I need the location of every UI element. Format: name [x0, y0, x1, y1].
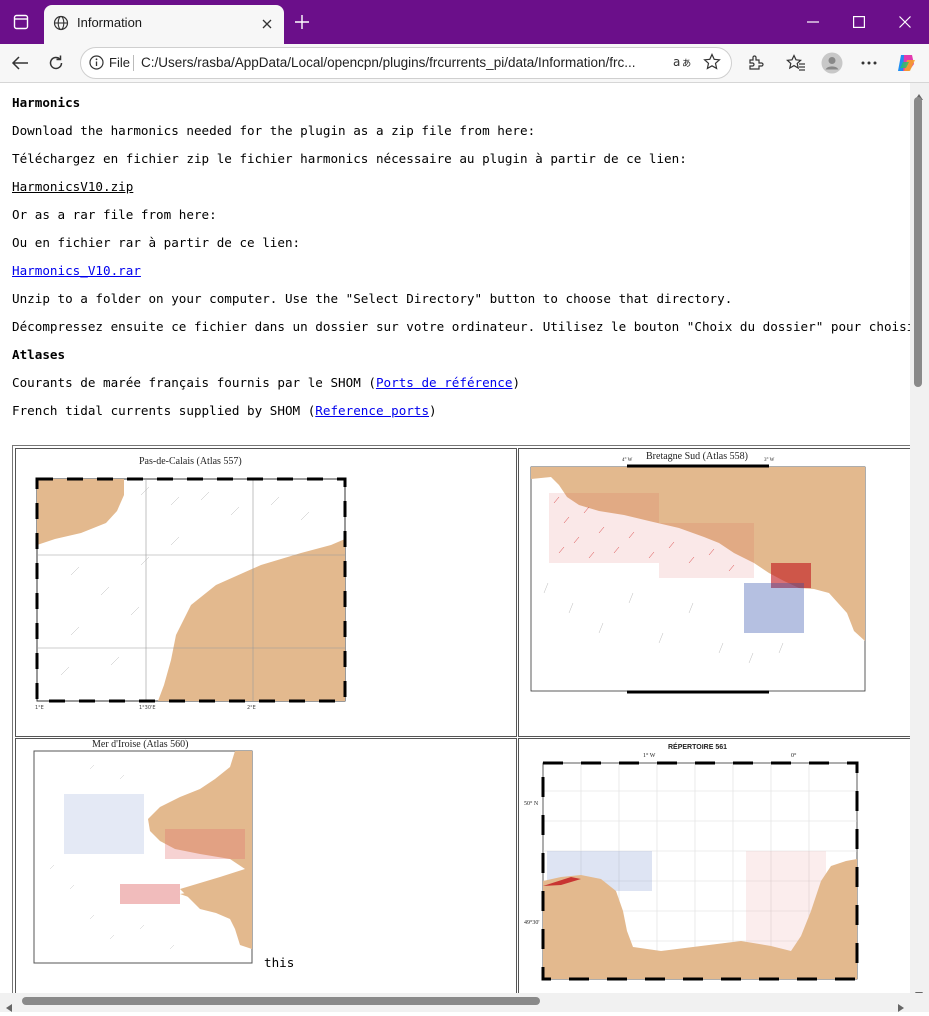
- back-icon[interactable]: [4, 47, 36, 79]
- link-reference-ports-en[interactable]: Reference ports: [315, 403, 429, 418]
- svg-text:1°30'E: 1°30'E: [139, 705, 156, 711]
- map-title-558: Bretagne Sud (Atlas 558): [646, 451, 748, 462]
- scroll-left-icon[interactable]: [6, 997, 12, 1016]
- heading-atlases: Atlases: [12, 347, 66, 362]
- link-harmonics-rar[interactable]: Harmonics_V10.rar: [12, 263, 141, 278]
- favorite-star-icon[interactable]: [703, 53, 721, 75]
- svg-text:a: a: [673, 55, 680, 69]
- atlas-560-map[interactable]: [30, 749, 275, 974]
- svg-text:4°W: 4°W: [622, 463, 633, 465]
- text-download-fr: Téléchargez en fichier zip le fichier ha…: [12, 151, 687, 166]
- atlas-table: Pas-de-Calais (Atlas 557) 1°E 1°30'E 2°E B…: [12, 445, 910, 993]
- text-currents-en: French tidal currents supplied by SHOM (…: [12, 403, 437, 418]
- map-561-lon-b: 0°: [791, 753, 797, 759]
- map-561-lat-mid: 49°30': [524, 920, 540, 926]
- link-ports-reference-fr[interactable]: Ports de référence: [376, 375, 512, 390]
- map-558-lon-b: 3° W: [764, 458, 775, 463]
- address-bar[interactable]: File C:/Users/rasba/AppData/Local/opencp…: [80, 47, 732, 79]
- text-unzip-en: Unzip to a folder on your computer. Use …: [12, 291, 733, 306]
- svg-text:2°E: 2°E: [247, 705, 256, 711]
- svg-text:1°E: 1°E: [35, 705, 44, 711]
- horizontal-scrollbar[interactable]: [0, 993, 929, 1012]
- text-courants-fr: Courants de marée français fournis par l…: [12, 375, 521, 390]
- map-558-lon-a: 4° W: [622, 458, 633, 463]
- close-tab-icon[interactable]: [256, 13, 278, 35]
- atlas-561-cell: RÉPERTOIRE 561 1° W 0° 50° N 49°30': [518, 738, 910, 993]
- tab-title: Information: [77, 15, 143, 30]
- atlas-560-cell: Mer d'Iroise (Atlas 560) this: [15, 738, 517, 993]
- horizontal-scroll-thumb[interactable]: [22, 997, 540, 1005]
- atlas-557-map[interactable]: 1°E 1°30'E 2°E: [31, 475, 381, 725]
- extensions-icon[interactable]: [740, 47, 772, 79]
- navigation-bar: File C:/Users/rasba/AppData/Local/opencp…: [0, 44, 929, 83]
- separator: [133, 55, 134, 71]
- profile-avatar-icon[interactable]: [816, 47, 848, 79]
- minimize-icon[interactable]: [790, 0, 836, 44]
- url-text[interactable]: C:/Users/rasba/AppData/Local/opencpn/plu…: [141, 55, 636, 70]
- svg-text:ぁ: ぁ: [681, 56, 691, 69]
- tab-actions-icon[interactable]: [4, 6, 38, 38]
- map-title-557: Pas-de-Calais (Atlas 557): [139, 456, 242, 467]
- text-rar-fr: Ou en fichier rar à partir de ce lien:: [12, 235, 301, 250]
- more-menu-icon[interactable]: [853, 47, 885, 79]
- info-icon[interactable]: [89, 55, 104, 74]
- map-561-lon-a: 1° W: [643, 753, 656, 759]
- text-download-en: Download the harmonics needed for the pl…: [12, 123, 536, 138]
- vertical-scroll-thumb[interactable]: [914, 97, 922, 387]
- text-rar-en: Or as a rar file from here:: [12, 207, 217, 222]
- copilot-icon[interactable]: [890, 47, 922, 79]
- close-window-icon[interactable]: [882, 0, 928, 44]
- map-title-561: RÉPERTOIRE 561: [668, 744, 728, 751]
- scheme-label: File: [109, 55, 130, 70]
- text-unzip-fr: Décompressez ensuite ce fichier dans un …: [12, 319, 910, 334]
- vertical-scrollbar[interactable]: [910, 83, 929, 998]
- maximize-icon[interactable]: [836, 0, 882, 44]
- title-bar: Information: [0, 0, 929, 44]
- atlas-558-map[interactable]: 4°W: [529, 463, 874, 708]
- heading-harmonics: Harmonics: [12, 95, 81, 110]
- map-561-lat-top: 50° N: [524, 801, 539, 807]
- page-content: Harmonics Download the harmonics needed …: [0, 83, 910, 993]
- new-tab-icon[interactable]: [285, 6, 319, 38]
- globe-icon: [53, 15, 69, 35]
- link-harmonics-zip[interactable]: HarmonicsV10.zip: [12, 179, 133, 194]
- scroll-right-icon[interactable]: [898, 997, 904, 1016]
- this-text: this: [264, 955, 295, 970]
- read-aloud-icon[interactable]: aぁ: [673, 54, 692, 74]
- atlas-557-cell: Pas-de-Calais (Atlas 557) 1°E 1°30'E 2°E: [15, 448, 517, 737]
- atlas-558-cell: Bretagne Sud (Atlas 558) 4°W 4° W 3°: [518, 448, 910, 737]
- favorites-icon[interactable]: [780, 47, 812, 79]
- refresh-icon[interactable]: [40, 47, 72, 79]
- tab-information[interactable]: Information: [44, 5, 284, 44]
- atlas-561-map[interactable]: [541, 761, 861, 983]
